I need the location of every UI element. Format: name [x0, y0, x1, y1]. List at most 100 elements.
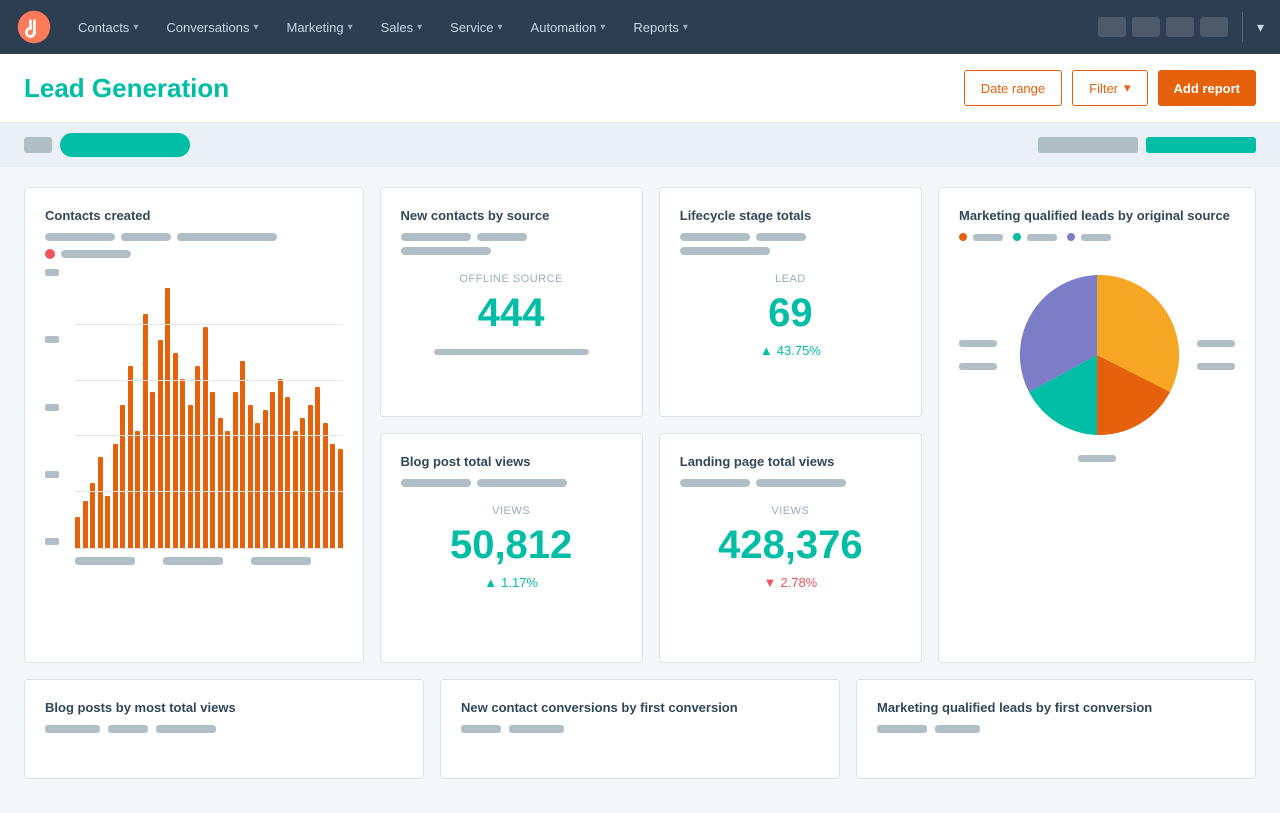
- bar-13: [173, 353, 178, 548]
- blog-legend-1: [401, 479, 471, 487]
- lifecycle-legend: [680, 233, 901, 255]
- filter-active-pill[interactable]: [60, 133, 190, 157]
- bar-3: [98, 457, 103, 548]
- blog-up-arrow-icon: ▲: [484, 575, 497, 590]
- pie-right-label-1: [1197, 340, 1235, 347]
- bottom-card-2-title: New contact conversions by first convers…: [461, 700, 819, 715]
- y-label-1: [45, 538, 59, 545]
- filter-date-pill[interactable]: [1038, 137, 1138, 153]
- bar-29: [293, 431, 298, 548]
- nav-item-marketing[interactable]: Marketing ▾: [272, 0, 366, 54]
- bar-7: [128, 366, 133, 548]
- bar-2: [90, 483, 95, 548]
- nav-icon-btn-3[interactable]: [1166, 17, 1194, 37]
- date-range-button[interactable]: Date range: [964, 70, 1062, 106]
- mql-dot-3: [1067, 233, 1075, 241]
- contacts-created-legend: [45, 233, 343, 241]
- bottom-card-3-legend: [877, 725, 1235, 733]
- landing-down-arrow-icon: ▼: [764, 575, 777, 590]
- bar-19: [218, 418, 223, 548]
- reports-chevron-icon: ▾: [683, 22, 688, 33]
- nav-item-conversations[interactable]: Conversations ▾: [152, 0, 272, 54]
- legend-pill-3: [177, 233, 277, 241]
- y-axis: [45, 269, 69, 545]
- bottom-cards-row: Blog posts by most total views New conta…: [24, 679, 1256, 779]
- blog-post-title: Blog post total views: [401, 454, 622, 469]
- lifecycle-stage-card: Lifecycle stage totals LEAD 69 ▲ 43.75%: [659, 187, 922, 417]
- landing-metric-change: ▼ 2.78%: [680, 575, 901, 590]
- marketing-chevron-icon: ▾: [348, 22, 353, 33]
- bc1-pill-2: [108, 725, 148, 733]
- nav-icon-btn-1[interactable]: [1098, 17, 1126, 37]
- nc-legend-3: [401, 247, 491, 255]
- bar-9: [143, 314, 148, 548]
- mql-label-1: [973, 234, 1003, 241]
- nav-item-reports[interactable]: Reports ▾: [619, 0, 702, 54]
- filter-left: [24, 133, 190, 157]
- bar-18: [210, 392, 215, 548]
- bar-28: [285, 397, 290, 548]
- blog-metric-change: ▲ 1.17%: [401, 575, 622, 590]
- bar-21: [233, 392, 238, 548]
- col-2: New contacts by source OFFLINE SOURCE 44…: [380, 187, 643, 663]
- contacts-chevron-icon: ▾: [133, 22, 138, 33]
- nav-items: Contacts ▾ Conversations ▾ Marketing ▾ S…: [64, 0, 1098, 54]
- bar-8: [135, 431, 140, 548]
- bar-16: [195, 366, 200, 548]
- bar-35: [338, 449, 343, 548]
- bar-1: [83, 501, 88, 548]
- grid-line-4: [75, 324, 343, 325]
- mql-legend-item-3: [1067, 233, 1111, 241]
- grid-line-2: [75, 435, 343, 436]
- pie-bottom-label-1: [1078, 455, 1116, 462]
- landing-metric-label: VIEWS: [680, 505, 901, 517]
- landing-page-views-card: Landing page total views VIEWS 428,376 ▼…: [659, 433, 922, 663]
- bar-17: [203, 327, 208, 548]
- y-label-4: [45, 336, 59, 343]
- bar-5: [113, 444, 118, 548]
- nav-item-service[interactable]: Service ▾: [436, 0, 516, 54]
- nav-item-contacts[interactable]: Contacts ▾: [64, 0, 152, 54]
- new-contacts-legend: [401, 233, 622, 255]
- mql-label-2: [1027, 234, 1057, 241]
- nav-icon-btn-4[interactable]: [1200, 17, 1228, 37]
- bottom-card-3-title: Marketing qualified leads by first conve…: [877, 700, 1235, 715]
- x-axis: [75, 557, 343, 565]
- filter-range-pill[interactable]: [1146, 137, 1256, 153]
- settings-chevron-icon[interactable]: ▾: [1257, 19, 1264, 36]
- bc2-pill-2: [509, 725, 564, 733]
- pie-layout: [959, 265, 1235, 445]
- lp-legend-1: [680, 479, 750, 487]
- col-3: Lifecycle stage totals LEAD 69 ▲ 43.75% …: [659, 187, 922, 663]
- bar-33: [323, 423, 328, 548]
- bar-22: [240, 361, 245, 548]
- grid-line-3: [75, 380, 343, 381]
- mql-legend-item-2: [1013, 233, 1057, 241]
- bar-25: [263, 410, 268, 548]
- nav-item-automation[interactable]: Automation ▾: [517, 0, 620, 54]
- x-label-3: [251, 557, 311, 565]
- filter-toggle[interactable]: [24, 137, 52, 153]
- nc-legend-1: [401, 233, 471, 241]
- blog-legend-2: [477, 479, 567, 487]
- lc-legend-2: [756, 233, 806, 241]
- nav-icon-btn-2[interactable]: [1132, 17, 1160, 37]
- bar-23: [248, 405, 253, 548]
- pie-right-label-2: [1197, 363, 1235, 370]
- bottom-card-1-legend: [45, 725, 403, 733]
- hubspot-logo[interactable]: [16, 9, 52, 45]
- add-report-button[interactable]: Add report: [1158, 70, 1256, 106]
- bar-34: [330, 444, 335, 548]
- filter-button[interactable]: Filter ▾: [1072, 70, 1147, 106]
- new-contacts-metric-label: OFFLINE SOURCE: [401, 273, 622, 285]
- lifecycle-title: Lifecycle stage totals: [680, 208, 901, 223]
- bar-chart-bars: [75, 269, 343, 549]
- lifecycle-metric-label: LEAD: [680, 273, 901, 285]
- lifecycle-metric-value: 69: [680, 291, 901, 335]
- landing-legend: [680, 479, 901, 487]
- page-header: Lead Generation Date range Filter ▾ Add …: [0, 54, 1280, 123]
- blog-legend: [401, 479, 622, 487]
- bottom-card-3: Marketing qualified leads by first conve…: [856, 679, 1256, 779]
- nav-item-sales[interactable]: Sales ▾: [367, 0, 437, 54]
- bc3-pill-1: [877, 725, 927, 733]
